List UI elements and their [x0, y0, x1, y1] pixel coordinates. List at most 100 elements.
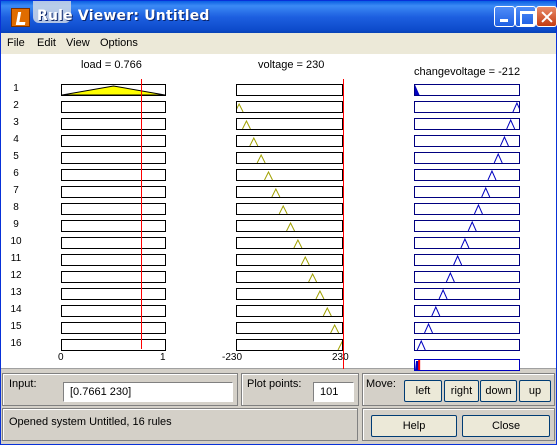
load-rule-cell[interactable] — [61, 237, 166, 249]
move-label: Move: — [366, 378, 396, 390]
rule-number[interactable]: 12 — [9, 270, 23, 281]
voltage-rule-cell[interactable] — [236, 220, 343, 232]
voltage-rule-cell[interactable] — [236, 135, 343, 147]
voltage-rule-cell[interactable] — [236, 254, 343, 266]
move-up-button[interactable]: up — [519, 380, 551, 402]
plot-points-field[interactable]: 101 — [313, 382, 354, 402]
load-rule-cell[interactable] — [61, 118, 166, 130]
changevoltage-rule-cell[interactable] — [414, 118, 520, 130]
load-rule-cell[interactable] — [61, 339, 166, 351]
changevoltage-rule-cell[interactable] — [414, 152, 520, 164]
load-rule-cell[interactable] — [61, 203, 166, 215]
rule-number[interactable]: 10 — [9, 236, 23, 247]
load-rule-cell[interactable] — [61, 305, 166, 317]
voltage-index-line[interactable] — [343, 79, 344, 369]
changevoltage-rule-cell[interactable] — [414, 237, 520, 249]
menu-options[interactable]: Options — [100, 37, 138, 49]
voltage-mf-plot — [237, 85, 342, 95]
load-rule-cell[interactable] — [61, 101, 166, 113]
voltage-rule-cell[interactable] — [236, 152, 343, 164]
rule-number[interactable]: 8 — [9, 202, 23, 213]
rule-number[interactable]: 7 — [9, 185, 23, 196]
voltage-rule-cell[interactable] — [236, 271, 343, 283]
load-rule-cell[interactable] — [61, 169, 166, 181]
voltage-rule-cell[interactable] — [236, 322, 343, 334]
changevoltage-rule-cell[interactable] — [414, 220, 520, 232]
voltage-mf-shape — [286, 221, 295, 231]
voltage-rule-cell[interactable] — [236, 169, 343, 181]
rule-plot-area: load = 0.766 voltage = 230 changevoltage… — [1, 54, 556, 371]
rule-number[interactable]: 16 — [9, 338, 23, 349]
load-mf-shape — [62, 85, 165, 95]
maximize-button[interactable] — [515, 6, 536, 27]
rule-number[interactable]: 11 — [9, 253, 23, 264]
voltage-rule-cell[interactable] — [236, 339, 343, 351]
rule-number[interactable]: 3 — [9, 117, 23, 128]
load-variable-title: load = 0.766 — [81, 59, 142, 71]
changevoltage-rule-cell[interactable] — [414, 169, 520, 181]
load-rule-cell[interactable] — [61, 288, 166, 300]
rule-number[interactable]: 14 — [9, 304, 23, 315]
voltage-rule-cell[interactable] — [236, 305, 343, 317]
move-down-button[interactable]: down — [480, 380, 517, 402]
title-bar[interactable]: Rule Viewer: Untitled — [1, 1, 557, 33]
load-rule-cell[interactable] — [61, 84, 166, 96]
voltage-mf-plot — [293, 238, 303, 248]
rule-number[interactable]: 6 — [9, 168, 23, 179]
changevoltage-rule-cell[interactable] — [414, 101, 520, 113]
changevoltage-rule-cell[interactable] — [414, 288, 520, 300]
voltage-rule-cell[interactable] — [236, 288, 343, 300]
menu-edit[interactable]: Edit — [37, 37, 56, 49]
voltage-mf-shape — [242, 119, 251, 129]
rule-number[interactable]: 13 — [9, 287, 23, 298]
changevoltage-rule-cell[interactable] — [414, 322, 520, 334]
rule-number[interactable]: 15 — [9, 321, 23, 332]
load-rule-cell[interactable] — [61, 322, 166, 334]
voltage-rule-cell[interactable] — [236, 118, 343, 130]
menu-view[interactable]: View — [66, 37, 90, 49]
changevoltage-rule-cell[interactable] — [414, 84, 520, 96]
load-rule-cell[interactable] — [61, 254, 166, 266]
voltage-mf-plot — [308, 272, 318, 282]
load-index-line[interactable] — [141, 79, 142, 349]
load-mf-plot — [62, 136, 165, 146]
load-rule-cell[interactable] — [61, 220, 166, 232]
changevoltage-rule-cell[interactable] — [414, 254, 520, 266]
move-left-button[interactable]: left — [404, 380, 442, 402]
voltage-mf-shape — [249, 136, 259, 146]
changevoltage-mf-plot — [438, 289, 448, 299]
close-window-button[interactable] — [536, 6, 557, 27]
load-rule-cell[interactable] — [61, 186, 166, 198]
move-right-button[interactable]: right — [444, 380, 479, 402]
changevoltage-rule-cell[interactable] — [414, 135, 520, 147]
rule-number[interactable]: 5 — [9, 151, 23, 162]
voltage-rule-cell[interactable] — [236, 186, 343, 198]
voltage-rule-cell[interactable] — [236, 84, 343, 96]
load-rule-cell[interactable] — [61, 135, 166, 147]
aggregate-output-cell[interactable] — [414, 359, 520, 371]
rule-number[interactable]: 1 — [9, 83, 23, 94]
changevoltage-rule-cell[interactable] — [414, 339, 520, 351]
rule-number[interactable]: 2 — [9, 100, 23, 111]
rule-number[interactable]: 4 — [9, 134, 23, 145]
voltage-rule-cell[interactable] — [236, 101, 343, 113]
changevoltage-rule-cell[interactable] — [414, 186, 520, 198]
changevoltage-rule-cell[interactable] — [414, 271, 520, 283]
rule-number[interactable]: 9 — [9, 219, 23, 230]
input-label: Input: — [9, 378, 37, 390]
changevoltage-mf-plot — [493, 153, 503, 163]
help-button[interactable]: Help — [371, 415, 457, 437]
voltage-rule-cell[interactable] — [236, 237, 343, 249]
close-button[interactable]: Close — [462, 415, 550, 437]
load-rule-cell[interactable] — [61, 271, 166, 283]
input-field[interactable]: [0.7661 230] — [63, 382, 233, 402]
changevoltage-rule-cell[interactable] — [414, 305, 520, 317]
voltage-mf-plot — [249, 136, 259, 146]
minimize-button[interactable] — [494, 6, 515, 27]
voltage-rule-cell[interactable] — [236, 203, 343, 215]
menu-file[interactable]: File — [7, 37, 25, 49]
load-rule-cell[interactable] — [61, 152, 166, 164]
changevoltage-mf-plot — [416, 340, 426, 350]
changevoltage-rule-cell[interactable] — [414, 203, 520, 215]
voltage-mf-shape — [278, 204, 288, 214]
